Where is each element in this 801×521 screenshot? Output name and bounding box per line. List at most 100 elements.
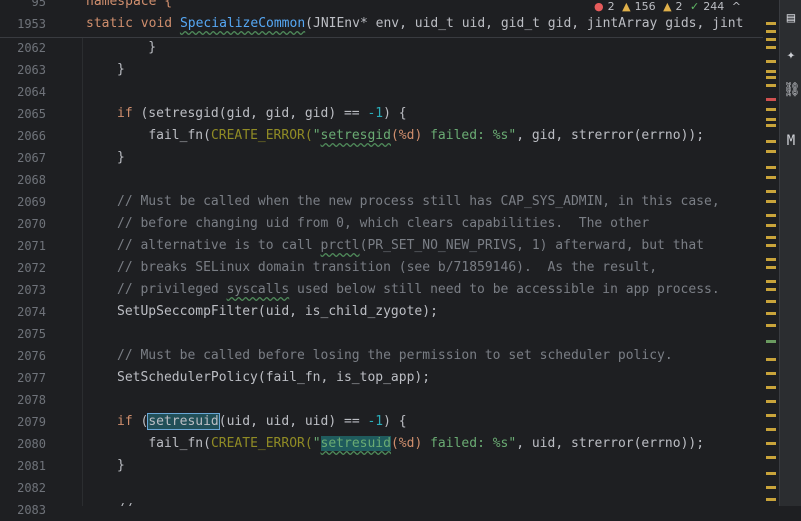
line-number: 2073	[17, 283, 46, 297]
code-line[interactable]: SetSchedulerPolicy(fail_fn, is_top_app);	[117, 367, 430, 389]
scrollbar-marker[interactable]	[766, 442, 776, 445]
scrollbar-marker[interactable]	[766, 70, 776, 73]
chevron-up-icon[interactable]: ^	[732, 0, 741, 13]
scrollbar-marker[interactable]	[766, 300, 776, 303]
scrollbar-marker[interactable]	[766, 244, 776, 247]
m-icon[interactable]: M	[783, 133, 799, 149]
scrollbar-marker[interactable]	[766, 456, 776, 459]
code-line[interactable]: // alternative is to call prctl(PR_SET_N…	[117, 235, 704, 257]
code-line[interactable]: }	[117, 455, 125, 477]
code-line[interactable]: }	[117, 37, 156, 59]
keyword: static	[86, 16, 133, 31]
code-editor[interactable]: }} if (setresgid(gid, gid, gid) == -1) { …	[83, 0, 763, 506]
scrollbar-marker[interactable]	[766, 428, 776, 431]
sticky-line-number: 1953	[17, 17, 46, 31]
scrollbar-marker[interactable]	[766, 166, 776, 169]
scrollbar-marker[interactable]	[766, 386, 776, 389]
line-number: 2066	[17, 129, 46, 143]
line-number: 2064	[17, 85, 46, 99]
scrollbar-marker[interactable]	[766, 266, 776, 269]
comment: used below still need to be accessible i…	[289, 282, 720, 297]
code-line[interactable]: }	[117, 147, 125, 169]
line-number: 2069	[17, 195, 46, 209]
line-number: 2078	[17, 393, 46, 407]
sparkle-icon[interactable]: ✦	[783, 47, 799, 63]
function-call: fail_fn(	[148, 128, 211, 143]
code-line[interactable]: // Must be called before losing the perm…	[117, 345, 673, 367]
warning-icon: ▲	[622, 0, 631, 13]
code-line[interactable]: SetUpSeccompFilter(uid, is_child_zygote)…	[117, 301, 438, 323]
scrollbar-marker[interactable]	[766, 76, 776, 79]
scrollbar-marker[interactable]	[766, 400, 776, 403]
file-icon[interactable]: ▤	[783, 10, 799, 26]
scrollbar-marker[interactable]	[766, 236, 776, 239]
scrollbar-marker[interactable]	[766, 140, 776, 143]
code-line[interactable]: if (setresgid(gid, gid, gid) == -1) {	[117, 103, 407, 125]
line-number: 2081	[17, 459, 46, 473]
code-line[interactable]: fail_fn(CREATE_ERROR("setresuid(%d) fail…	[117, 433, 704, 455]
line-number: 2063	[17, 63, 46, 77]
number-literal: -1	[367, 414, 384, 429]
code-text: }	[117, 40, 157, 55]
scrollbar-marker[interactable]	[766, 472, 776, 475]
scrollbar-marker[interactable]	[766, 124, 776, 127]
scrollbar-marker[interactable]	[766, 288, 776, 291]
inspection-status[interactable]: ● 2 ▲ 156 ▲ 2 ✓ 244 ^	[594, 0, 745, 14]
string-typo: setresgid	[320, 128, 391, 143]
line-number: 2062	[17, 41, 46, 55]
macro-call: CREATE_ERROR(	[210, 436, 313, 451]
scrollbar-marker[interactable]	[766, 324, 776, 327]
scrollbar-marker[interactable]	[766, 486, 776, 489]
scrollbar-marker[interactable]	[766, 224, 776, 227]
scrollbar-marker[interactable]	[766, 108, 776, 111]
code-line[interactable]: // before changing uid from 0, which cle…	[117, 213, 649, 235]
comment: (PR_SET_NO_NEW_PRIVS, 1) afterward, but …	[359, 238, 705, 253]
scrollbar-marker[interactable]	[766, 84, 776, 87]
scrollbar-marker[interactable]	[766, 190, 776, 193]
scrollbar-marker[interactable]	[766, 200, 776, 203]
code-text: (setresgid(gid, gid, gid) ==	[132, 106, 368, 121]
editor-scrollbar[interactable]	[763, 0, 779, 506]
code-line[interactable]: // privileged syscalls used below still …	[117, 279, 720, 301]
scrollbar-marker[interactable]	[766, 214, 776, 217]
scrollbar-marker[interactable]	[766, 38, 776, 41]
format-specifier: (%d)	[390, 128, 423, 143]
scrollbar-marker[interactable]	[766, 150, 776, 153]
weak-warning-count: 2	[675, 0, 683, 13]
code-line[interactable]: }	[117, 59, 125, 81]
string-typo: setresuid	[320, 436, 391, 451]
scrollbar-marker[interactable]	[766, 258, 776, 261]
string-literal: failed: %s"	[422, 436, 517, 451]
scrollbar-marker[interactable]	[766, 312, 776, 315]
code-line[interactable]: if (setresuid(uid, uid, uid) == -1) {	[117, 411, 407, 433]
code-line[interactable]: fail_fn(CREATE_ERROR("setresgid(%d) fail…	[117, 125, 704, 147]
scrollbar-marker[interactable]	[766, 498, 776, 501]
code-line[interactable]: // breaks SELinux domain transition (see…	[117, 257, 657, 279]
code-line[interactable]: // Must be called when the new process s…	[117, 191, 720, 213]
scrollbar-marker[interactable]	[766, 46, 776, 49]
scrollbar-marker[interactable]	[766, 414, 776, 417]
scrollbar-marker[interactable]	[766, 60, 776, 63]
scrollbar-marker[interactable]	[766, 176, 776, 179]
sticky-line-signature[interactable]: static void SpecializeCommon(JNIEnv* env…	[86, 13, 743, 35]
scrollbar-marker[interactable]	[766, 30, 776, 33]
code-text: SetSchedulerPolicy(fail_fn, is_top_app);	[117, 370, 431, 385]
link-icon[interactable]: ⛓	[783, 82, 801, 98]
code-text: }	[117, 62, 125, 77]
scrollbar-marker[interactable]	[766, 118, 776, 121]
line-number: 2070	[17, 217, 46, 231]
scrollbar-marker[interactable]	[766, 340, 776, 343]
comment: // Must be called before losing the perm…	[117, 348, 673, 363]
right-tool-strip: ▤ ✦ ⛓ M	[779, 0, 801, 506]
code-line[interactable]: //	[117, 499, 133, 506]
scrollbar-marker[interactable]	[766, 98, 776, 101]
scrollbar-marker[interactable]	[766, 22, 776, 25]
comment: // breaks SELinux domain transition (see…	[117, 260, 658, 275]
sticky-line-namespace[interactable]: namespace {	[86, 0, 172, 13]
comment-typo: syscalls	[226, 282, 290, 297]
scrollbar-marker[interactable]	[766, 280, 776, 283]
scrollbar-marker[interactable]	[766, 358, 776, 361]
scrollbar-marker[interactable]	[766, 372, 776, 375]
line-number: 2076	[17, 349, 46, 363]
